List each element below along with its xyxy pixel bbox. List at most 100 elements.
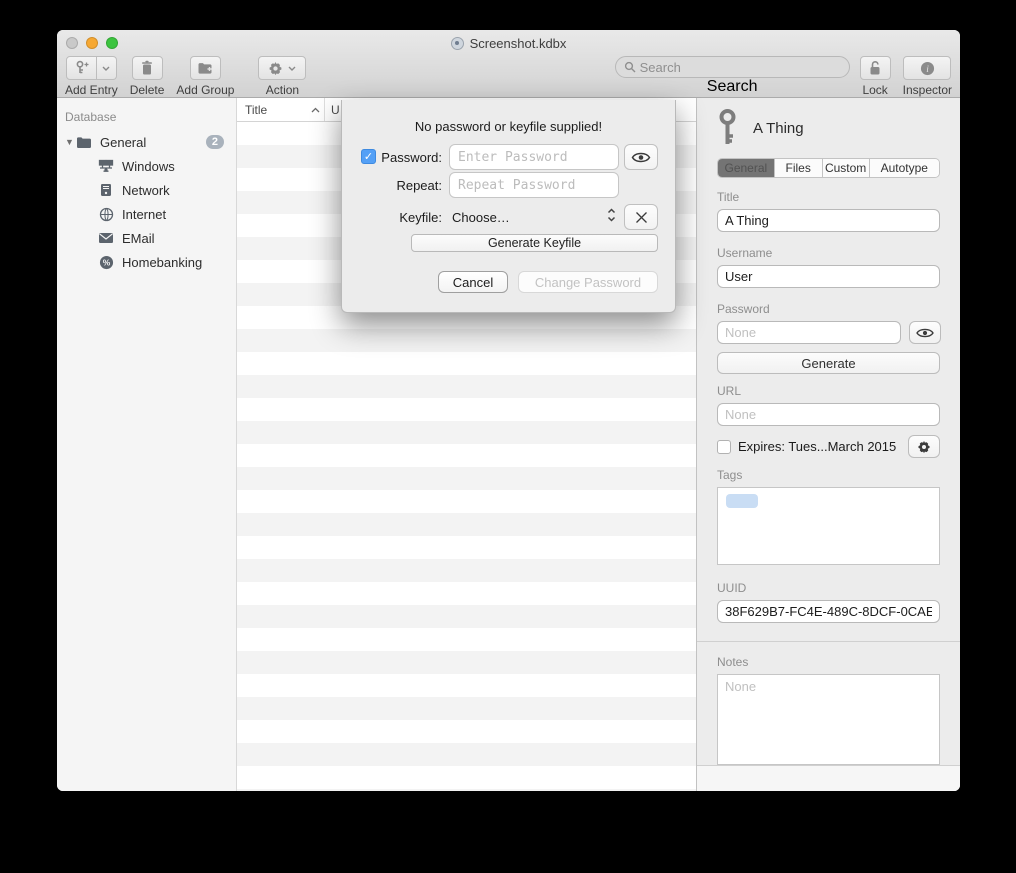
toolbar-item-add-group: Add Group [176,56,234,97]
chevron-down-icon [102,66,110,71]
generate-keyfile-button[interactable]: Generate Keyfile [411,234,658,252]
username-field[interactable] [717,265,940,288]
action-button[interactable] [258,56,306,80]
tab-general[interactable]: General [718,159,775,177]
toolbar-item-search: Search [615,56,850,96]
change-password-button[interactable]: Change Password [518,271,658,293]
entry-count-badge: 2 [206,135,224,149]
titlebar: Screenshot.kdbx [57,34,960,52]
tab-files[interactable]: Files [775,159,823,177]
toolbar-item-inspector: i Inspector [903,56,952,97]
reveal-password-button[interactable] [624,144,658,170]
sidebar-item-network[interactable]: Network [57,178,236,202]
window-title: Screenshot.kdbx [470,36,567,51]
close-x-icon [635,211,648,224]
eye-icon [631,151,651,164]
expires-label: Expires: Tues...March 2015 [738,439,896,454]
tab-autotype[interactable]: Autotype [870,159,939,177]
globe-icon [97,207,115,222]
envelope-icon [97,232,115,244]
sidebar-item-label: Homebanking [122,255,202,270]
url-field[interactable] [717,403,940,426]
column-header-title[interactable]: Title [237,98,325,121]
entry-title: A Thing [753,120,804,137]
search-icon [624,61,636,73]
app-window: Screenshot.kdbx [57,30,960,791]
sidebar-item-email[interactable]: EMail [57,226,236,250]
tab-label: Autotype [881,161,928,175]
toolbar-label: Delete [130,83,165,97]
toolbar-label: Inspector [903,83,952,97]
tags-field[interactable] [717,487,940,565]
trash-icon [140,60,154,76]
sidebar-item-windows[interactable]: Windows [57,154,236,178]
stepper-icon[interactable] [607,207,616,223]
notes-field[interactable] [717,674,940,765]
key-icon [717,109,738,147]
password-field[interactable] [717,321,901,344]
add-entry-button[interactable] [66,56,97,80]
toolbar-right-cluster: Search Lock [615,56,952,97]
percent-icon: % [97,255,115,270]
username-field-label: Username [717,246,940,260]
title-field[interactable] [717,209,940,232]
tab-label: General [725,161,768,175]
sidebar-item-label: General [100,135,146,150]
inspector-button[interactable]: i [903,56,951,80]
gear-icon [917,440,931,454]
inspector-panel: A Thing General Files Custom Autotype Ti… [696,98,960,791]
document-proxy-icon [451,37,464,50]
svg-text:%: % [102,257,110,267]
cancel-button[interactable]: Cancel [438,271,508,293]
sidebar-item-internet[interactable]: Internet [57,202,236,226]
repeat-password-input[interactable] [449,172,619,198]
tags-label: Tags [717,468,940,482]
info-icon: i [920,61,935,76]
add-group-button[interactable] [190,56,221,80]
sidebar-item-general[interactable]: ▼ General 2 [57,130,236,154]
search-input[interactable] [640,60,841,75]
password-field-label: Password [717,302,940,316]
clear-keyfile-button[interactable] [624,204,658,230]
key-plus-icon [73,60,89,76]
tab-custom[interactable]: Custom [823,159,870,177]
uuid-field-label: UUID [717,581,940,595]
lock-button[interactable] [860,56,891,80]
add-entry-dropdown-button[interactable] [97,56,117,80]
keyfile-popup-button[interactable]: Choose… [452,210,510,225]
toolbar-item-lock: Lock [860,56,891,97]
folder-icon [75,136,93,149]
folder-plus-icon [197,61,213,75]
svg-text:i: i [926,64,929,74]
reveal-password-button[interactable] [909,321,941,344]
unlock-icon [868,60,882,76]
toolbar-label: Action [266,83,299,97]
expires-settings-button[interactable] [908,435,940,458]
search-field[interactable] [615,56,850,78]
sidebar: Database ▼ General 2 [57,98,237,791]
url-field-label: URL [717,384,940,398]
keyfile-label: Keyfile: [358,210,442,225]
delete-button[interactable] [132,56,163,80]
sidebar-item-homebanking[interactable]: % Homebanking [57,250,236,274]
expires-checkbox[interactable] [717,440,731,454]
uuid-field[interactable] [717,600,940,623]
inspector-tabs: General Files Custom Autotype [717,158,940,178]
chevron-down-icon [288,66,296,71]
enter-password-input[interactable] [449,144,619,170]
notes-field-label: Notes [717,655,940,669]
tab-label: Custom [825,161,866,175]
toolbar-item-action: Action [258,56,306,97]
column-header-username[interactable]: U [325,103,340,117]
sheet-message: No password or keyfile supplied! [342,119,675,134]
inspector-header: A Thing [717,108,940,148]
toolbar-label: Add Entry [65,83,118,97]
sort-ascending-icon [311,107,320,113]
sidebar-header: Database [57,106,236,130]
window-chrome: Screenshot.kdbx [57,30,960,98]
disclosure-triangle-icon[interactable]: ▼ [65,137,75,147]
server-icon [97,183,115,197]
gear-icon [268,61,283,76]
generate-password-button[interactable]: Generate [717,352,940,374]
tag-pill[interactable] [726,494,758,508]
